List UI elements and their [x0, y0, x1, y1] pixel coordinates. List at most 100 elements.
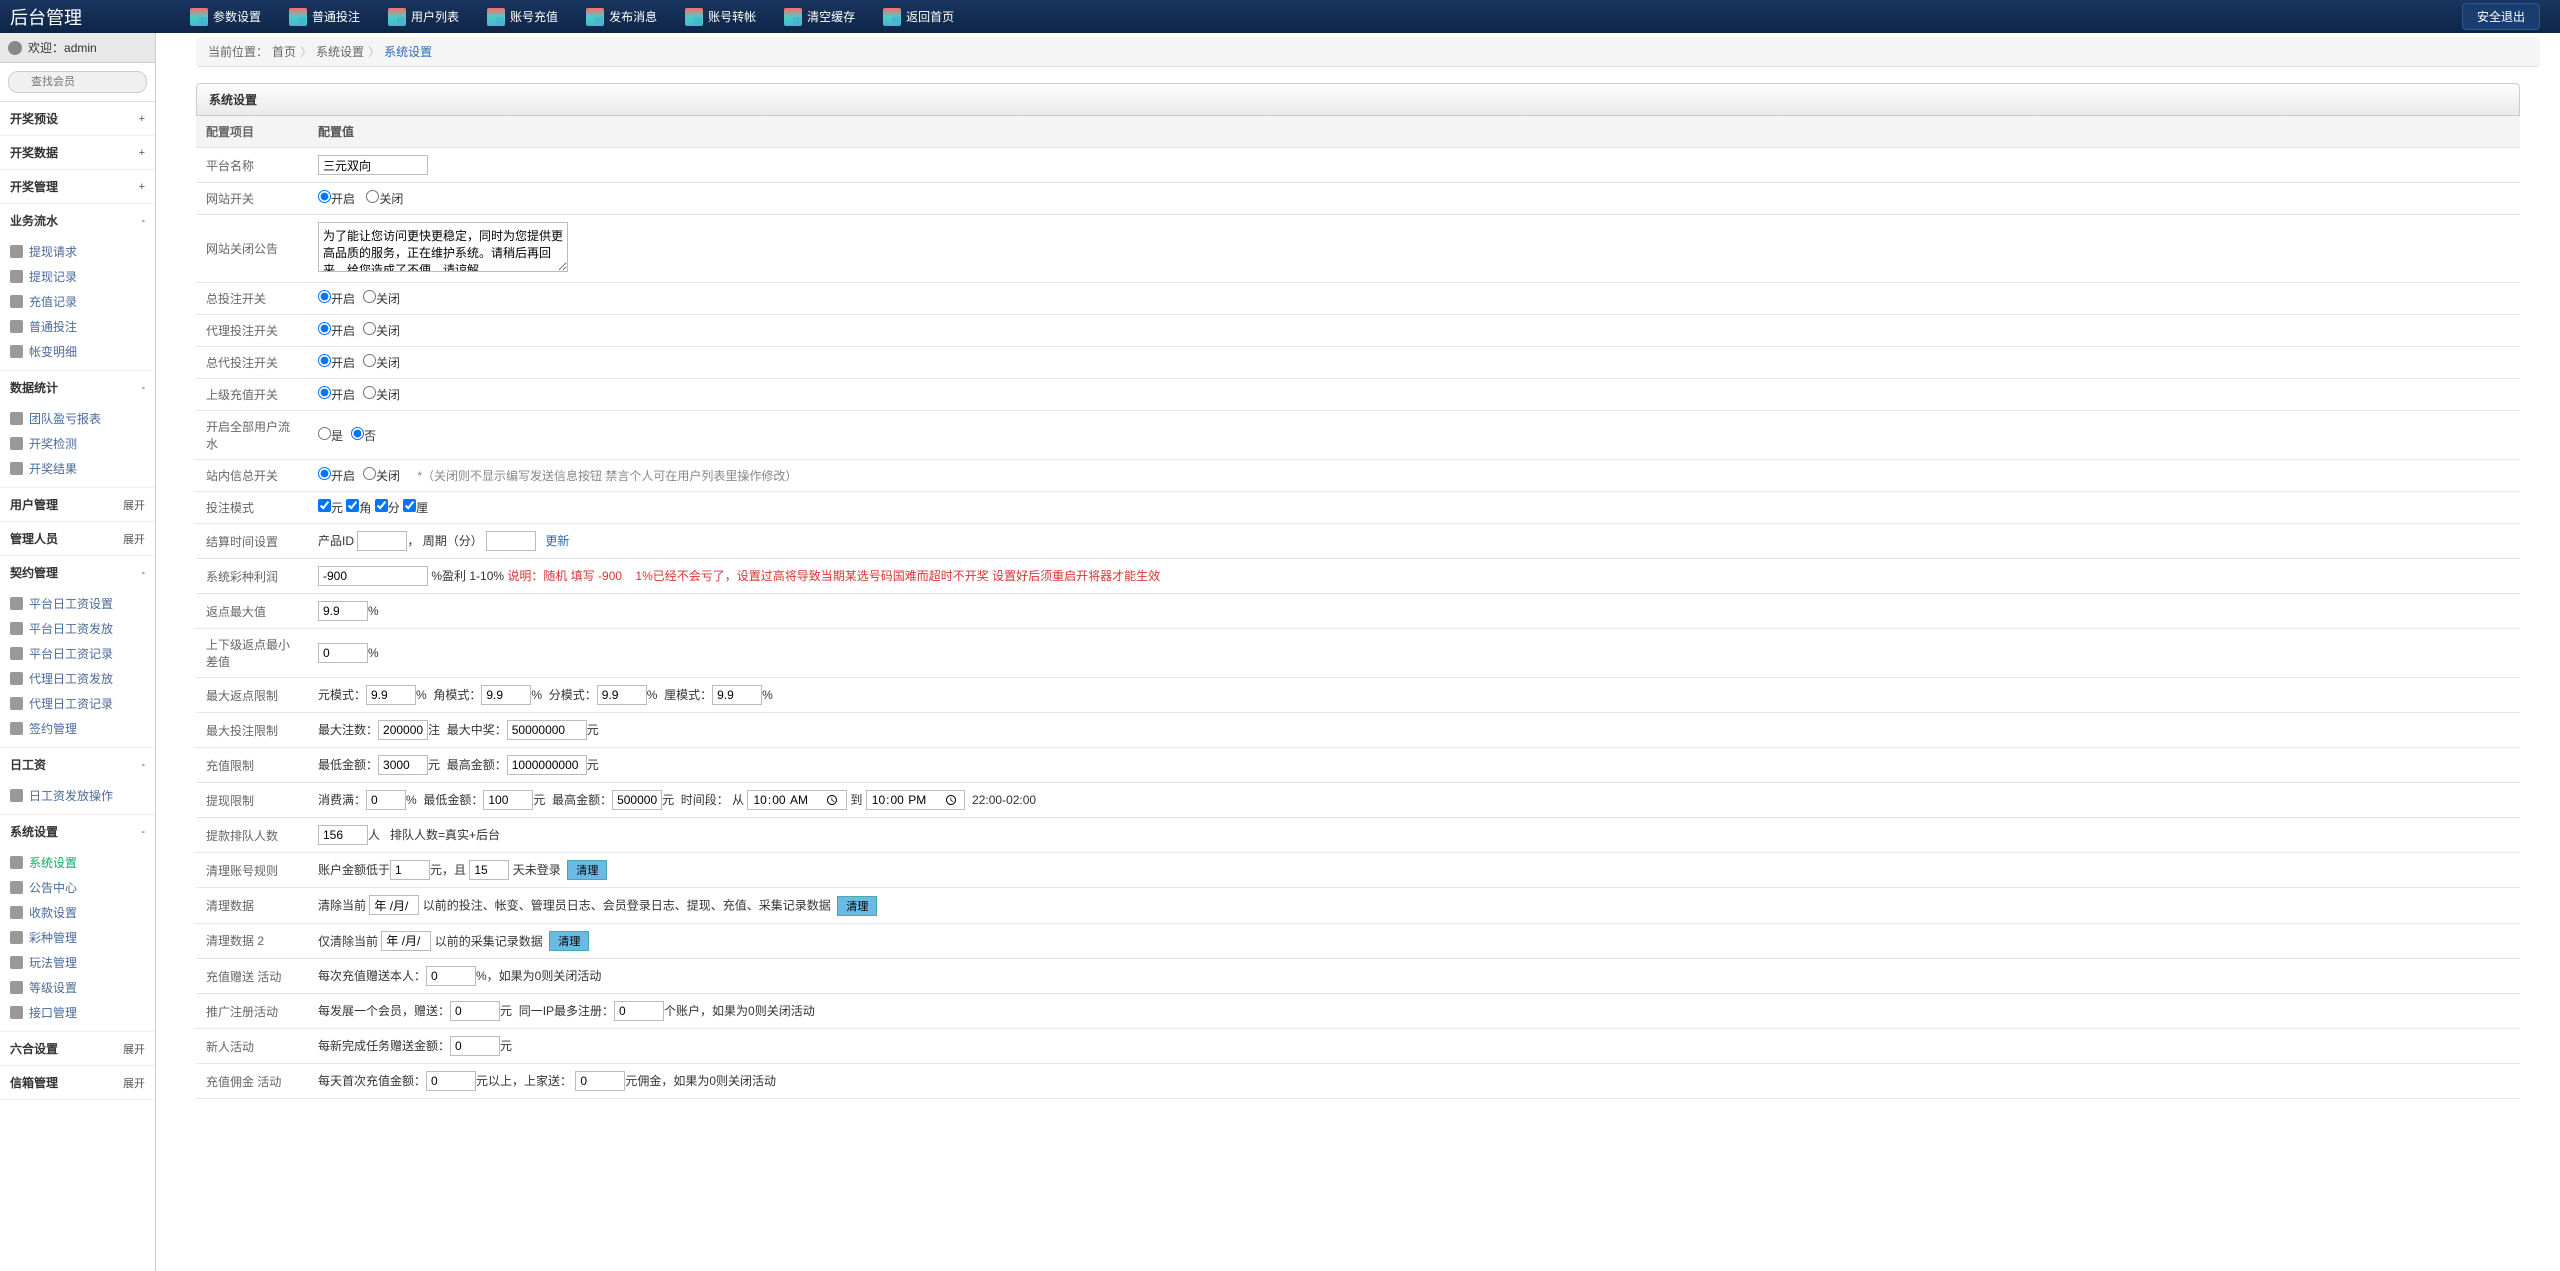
menu-item-3-4[interactable]: 帐变明细: [0, 339, 155, 364]
menu-item-7-2[interactable]: 平台日工资记录: [0, 641, 155, 666]
menu-group-9[interactable]: 系统设置-: [0, 815, 155, 848]
mode-jiao[interactable]: [346, 499, 359, 512]
gift-input[interactable]: [426, 966, 476, 986]
clear-bal-input[interactable]: [390, 860, 430, 880]
menu-item-9-1[interactable]: 公告中心: [0, 875, 155, 900]
menu-group-3[interactable]: 业务流水-: [0, 204, 155, 237]
topnav-item-5[interactable]: 账号转帐: [671, 0, 770, 33]
topnav-item-4[interactable]: 发布消息: [572, 0, 671, 33]
rebate-max-input[interactable]: [318, 601, 368, 621]
limit-jiao-input[interactable]: [481, 685, 531, 705]
recharge-max-input[interactable]: [507, 755, 587, 775]
menu-item-9-3[interactable]: 彩种管理: [0, 925, 155, 950]
limit-fen-input[interactable]: [597, 685, 647, 705]
topnav-item-6[interactable]: 清空缓存: [770, 0, 869, 33]
total-bet-open[interactable]: [318, 290, 331, 303]
search-input[interactable]: [8, 71, 147, 93]
clear-data-button[interactable]: 清理: [837, 896, 877, 916]
recharge-min-input[interactable]: [378, 755, 428, 775]
menu-item-9-4[interactable]: 玩法管理: [0, 950, 155, 975]
clear-days-input[interactable]: [469, 860, 509, 880]
site-switch-open[interactable]: [318, 190, 331, 203]
logout-button[interactable]: 安全退出: [2462, 3, 2540, 30]
menu-item-9-2[interactable]: 收款设置: [0, 900, 155, 925]
menu-group-8[interactable]: 日工资-: [0, 748, 155, 781]
comm-b-input[interactable]: [575, 1071, 625, 1091]
clear2-date-input[interactable]: [381, 931, 431, 951]
nav-icon: [883, 8, 901, 26]
menu-item-7-4[interactable]: 代理日工资记录: [0, 691, 155, 716]
menu-group-2[interactable]: 开奖管理+: [0, 170, 155, 203]
total-agent-bet-open[interactable]: [318, 354, 331, 367]
menu-group-11[interactable]: 信箱管理展开: [0, 1066, 155, 1099]
menu-item-9-5[interactable]: 等级设置: [0, 975, 155, 1000]
upper-recharge-open[interactable]: [318, 386, 331, 399]
clear-data2-button[interactable]: 清理: [549, 931, 589, 951]
menu-item-4-2[interactable]: 开奖结果: [0, 456, 155, 481]
total-agent-bet-close[interactable]: [363, 354, 376, 367]
withdraw-min-input[interactable]: [483, 790, 533, 810]
promote-input[interactable]: [450, 1001, 500, 1021]
menu-item-4-0[interactable]: 团队盈亏报表: [0, 406, 155, 431]
clear-account-button[interactable]: 清理: [567, 860, 607, 880]
withdraw-time-from[interactable]: [747, 790, 847, 810]
menu-item-3-1[interactable]: 提现记录: [0, 264, 155, 289]
maxbet-win-input[interactable]: [507, 720, 587, 740]
site-msg-close[interactable]: [363, 467, 376, 480]
topnav-item-0[interactable]: 参数设置: [176, 0, 275, 33]
menu-item-3-3[interactable]: 普通投注: [0, 314, 155, 339]
withdraw-time-to[interactable]: [866, 790, 966, 810]
maxbet-count-input[interactable]: [378, 720, 428, 740]
upper-recharge-close[interactable]: [363, 386, 376, 399]
menu-group-6[interactable]: 管理人员展开: [0, 522, 155, 555]
topnav-item-1[interactable]: 普通投注: [275, 0, 374, 33]
mode-li[interactable]: [403, 499, 416, 512]
topnav-item-2[interactable]: 用户列表: [374, 0, 473, 33]
menu-group-1[interactable]: 开奖数据+: [0, 136, 155, 169]
site-switch-close[interactable]: [366, 190, 379, 203]
agent-bet-open[interactable]: [318, 322, 331, 335]
total-bet-close[interactable]: [363, 290, 376, 303]
queue-input[interactable]: [318, 825, 368, 845]
menu-group-4[interactable]: 数据统计-: [0, 371, 155, 404]
menu-item-7-5[interactable]: 签约管理: [0, 716, 155, 741]
site-msg-open[interactable]: [318, 467, 331, 480]
rebate-diff-input[interactable]: [318, 643, 368, 663]
menu-item-4-1[interactable]: 开奖检测: [0, 431, 155, 456]
withdraw-max-input[interactable]: [612, 790, 662, 810]
menu-item-3-2[interactable]: 充值记录: [0, 289, 155, 314]
topnav-item-7[interactable]: 返回首页: [869, 0, 968, 33]
promote-ip-input[interactable]: [614, 1001, 664, 1021]
clear-date-input[interactable]: [369, 895, 419, 915]
withdraw-consume-input[interactable]: [366, 790, 406, 810]
menu-item-9-6[interactable]: 接口管理: [0, 1000, 155, 1025]
close-notice-textarea[interactable]: 为了能让您访问更快更稳定，同时为您提供更高品质的服务，正在维护系统。请稍后再回来…: [318, 222, 568, 272]
menu-group-10[interactable]: 六合设置展开: [0, 1032, 155, 1065]
limit-li-input[interactable]: [712, 685, 762, 705]
platform-name-input[interactable]: [318, 155, 428, 175]
menu-group-7[interactable]: 契约管理-: [0, 556, 155, 589]
mode-fen[interactable]: [375, 499, 388, 512]
newcomer-input[interactable]: [450, 1036, 500, 1056]
menu-group-5[interactable]: 用户管理展开: [0, 488, 155, 521]
menu-item-7-1[interactable]: 平台日工资发放: [0, 616, 155, 641]
settle-product-input[interactable]: [357, 531, 407, 551]
breadcrumb-home[interactable]: 首页: [272, 43, 296, 60]
settle-period-input[interactable]: [486, 531, 536, 551]
topnav-item-3[interactable]: 账号充值: [473, 0, 572, 33]
settle-update-link[interactable]: 更新: [545, 534, 569, 548]
comm-a-input[interactable]: [426, 1071, 476, 1091]
interest-input[interactable]: [318, 566, 428, 586]
agent-bet-close[interactable]: [363, 322, 376, 335]
all-flow-no[interactable]: [351, 427, 364, 440]
limit-yuan-input[interactable]: [366, 685, 416, 705]
menu-group-0[interactable]: 开奖预设+: [0, 102, 155, 135]
breadcrumb-mid[interactable]: 系统设置: [316, 43, 364, 60]
menu-item-9-0[interactable]: 系统设置: [0, 850, 155, 875]
menu-item-7-3[interactable]: 代理日工资发放: [0, 666, 155, 691]
menu-item-3-0[interactable]: 提现请求: [0, 239, 155, 264]
menu-item-8-0[interactable]: 日工资发放操作: [0, 783, 155, 808]
all-flow-yes[interactable]: [318, 427, 331, 440]
menu-item-7-0[interactable]: 平台日工资设置: [0, 591, 155, 616]
mode-yuan[interactable]: [318, 499, 331, 512]
